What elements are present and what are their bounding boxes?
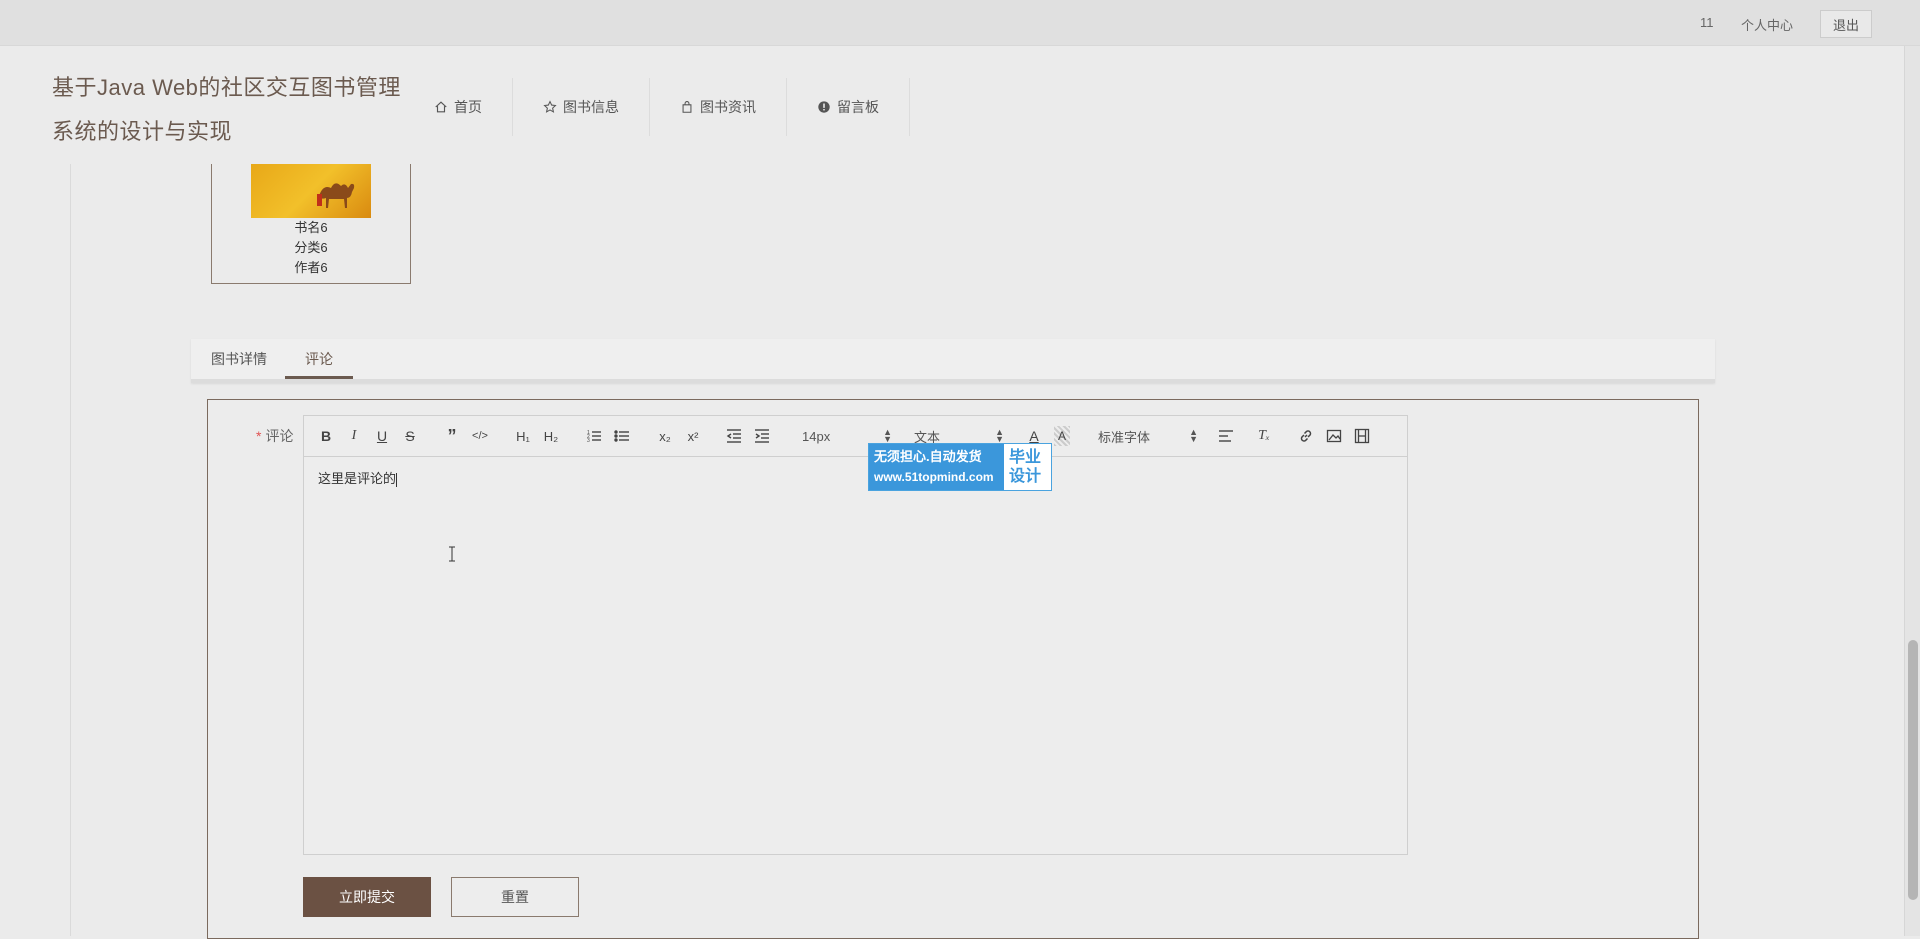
page-scrollbar[interactable] [1904,46,1920,936]
italic-icon[interactable]: I [346,426,362,446]
strike-icon[interactable]: S [402,426,418,446]
nav-item-book-info[interactable]: 图书信息 [513,78,650,136]
ibeam-cursor-icon [448,546,456,567]
nav-label: 首页 [454,99,482,115]
outdent-icon[interactable] [726,426,742,446]
indent-icon[interactable] [754,426,770,446]
top-bar: 11 个人中心 退出 [0,0,1920,46]
bullet-list-icon[interactable] [614,426,630,446]
font-family-select[interactable]: 标准字体 ▲ ▼ [1098,426,1198,446]
watermark-banner: 无须担心.自动发货 www.51topmind.com 毕业 设计 [868,443,1052,491]
watermark-line1: 无须担心.自动发货 [874,449,982,464]
nav-item-home[interactable]: 首页 [414,78,513,136]
underline-icon[interactable]: U [374,426,390,446]
nav-label: 图书信息 [563,99,619,115]
tab-comments[interactable]: 评论 [285,339,353,379]
detail-tabs: 图书详情 评论 [191,339,1715,383]
main-nav: 首页 图书信息 图书资讯 留言板 [414,78,910,136]
clear-format-icon[interactable]: Tₓ [1256,426,1272,446]
video-icon[interactable] [1354,426,1370,446]
watermark-right1: 毕业 [1009,449,1042,466]
site-header: 基于Java Web的社区交互图书管理系统的设计与实现 首页 图书信息 图书资讯… [0,46,1904,164]
nav-item-message-board[interactable]: 留言板 [787,78,910,136]
superscript-icon[interactable]: x² [684,426,702,446]
comment-label: * 评论 [256,428,294,444]
camel-illustration [317,183,355,208]
subscript-icon[interactable]: x₂ [656,426,674,446]
reset-button[interactable]: 重置 [451,877,579,917]
blockquote-icon[interactable]: ” [444,426,460,446]
content-container: 书名6 分类6 作者6 图书详情 评论 * 评论 B I U S ” </> H₁… [70,164,1726,939]
book-author: 作者6 [294,260,328,275]
nav-label: 图书资讯 [700,99,756,115]
tab-book-details[interactable]: 图书详情 [191,339,287,379]
star-icon [543,100,557,114]
select-arrows-icon: ▲ ▼ [883,427,892,444]
heading1-icon[interactable]: H₁ [514,426,532,446]
alert-icon [817,100,831,114]
bold-icon[interactable]: B [318,426,334,446]
book-cover-image [251,164,371,218]
editor-toolbar: B I U S ” </> H₁ H₂ 123 x₂ x² 14px ▲ ▼ 文… [304,416,1407,457]
code-block-icon[interactable]: </> [472,426,488,446]
bag-icon [680,100,694,114]
book-card[interactable]: 书名6 分类6 作者6 [211,164,411,284]
logout-button[interactable]: 退出 [1820,10,1872,38]
select-arrows-icon: ▲ ▼ [995,427,1004,444]
svg-text:3: 3 [587,438,590,444]
background-color-icon[interactable]: A [1054,426,1070,446]
text-caret [396,472,398,487]
required-mark: * [256,428,262,444]
nav-item-book-news[interactable]: 图书资讯 [650,78,787,136]
watermark-line2: www.51topmind.com [874,470,994,484]
editor-content[interactable]: 这里是评论的 [318,468,398,487]
image-icon[interactable] [1326,426,1342,446]
submit-button[interactable]: 立即提交 [303,877,431,917]
select-arrows-icon: ▲ ▼ [1189,427,1198,444]
home-icon [434,100,448,114]
link-icon[interactable] [1298,426,1314,446]
user-id: 11 [1700,15,1714,30]
personal-center-link[interactable]: 个人中心 [1741,15,1793,34]
scrollbar-thumb[interactable] [1908,640,1918,900]
book-name: 书名6 [294,220,328,235]
ordered-list-icon[interactable]: 123 [586,426,602,446]
site-title: 基于Java Web的社区交互图书管理系统的设计与实现 [52,75,401,144]
nav-label: 留言板 [837,99,879,115]
align-icon[interactable] [1218,426,1234,446]
heading2-icon[interactable]: H₂ [542,426,560,446]
book-category: 分类6 [294,240,328,255]
watermark-right2: 设计 [1009,468,1042,485]
rich-text-editor[interactable]: B I U S ” </> H₁ H₂ 123 x₂ x² 14px ▲ ▼ 文… [303,415,1408,855]
